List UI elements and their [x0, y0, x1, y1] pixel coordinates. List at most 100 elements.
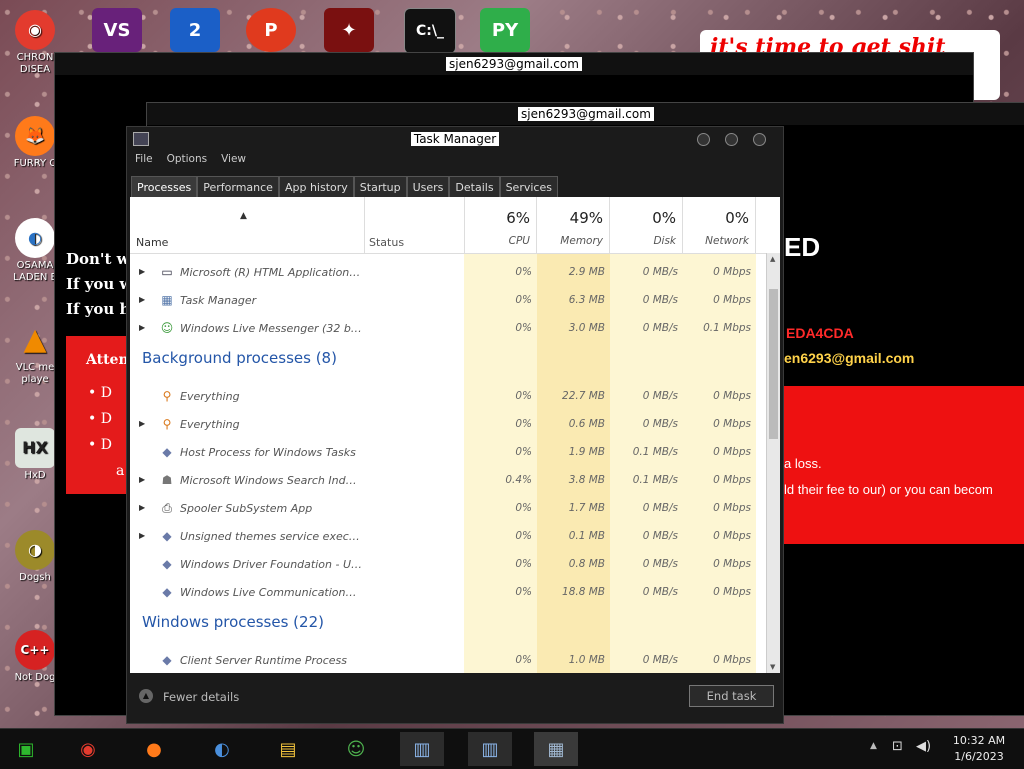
- background-processes-header[interactable]: Background processes (8): [142, 349, 337, 367]
- taskbar-file-explorer[interactable]: ▤: [266, 732, 310, 766]
- end-task-button[interactable]: End task: [689, 685, 774, 707]
- expand-arrow-icon[interactable]: ▶: [139, 295, 145, 304]
- attention-bullets: • D • D • D a: [88, 380, 124, 484]
- menu-view[interactable]: View: [221, 153, 246, 165]
- process-row[interactable]: ▶ ▭ Microsoft (R) HTML Application ho... 0%…: [130, 259, 766, 287]
- tab-processes[interactable]: Processes: [131, 176, 198, 198]
- process-row[interactable]: ▶ ☺ Windows Live Messenger (32 bit) 0% 3.0 M…: [130, 315, 766, 343]
- process-mem-value: 3.8 MB: [568, 474, 605, 486]
- network-total: 0%: [725, 209, 749, 227]
- taskbar-hta-window-1[interactable]: ▥: [400, 732, 444, 766]
- taskbar-firefox[interactable]: ●: [132, 732, 176, 766]
- taskbar-task-manager[interactable]: ▦: [534, 732, 578, 766]
- tab-services[interactable]: Services: [499, 176, 558, 198]
- process-row[interactable]: ▶ ⎙ Spooler SubSystem App 0% 1.7 MB 0 MB/s 0 M…: [130, 495, 766, 523]
- clock[interactable]: 10:32 AM 1/6/2023: [942, 733, 1016, 765]
- tab-users[interactable]: Users: [406, 176, 450, 198]
- process-row[interactable]: ⚲ Everything 0% 22.7 MB 0 MB/s 0 Mbps: [130, 383, 766, 411]
- fewer-details-link[interactable]: Fewer details: [163, 690, 239, 704]
- pycharm-icon[interactable]: PY: [480, 8, 530, 52]
- window-titlebar[interactable]: sjen6293@gmail.com: [55, 53, 973, 75]
- windows-processes-header[interactable]: Windows processes (22): [142, 613, 324, 631]
- process-row[interactable]: ▶ ◆ Unsigned themes service executa... 0% 0.…: [130, 523, 766, 551]
- close-button[interactable]: [753, 133, 766, 146]
- expand-arrow-icon[interactable]: ▶: [139, 531, 145, 540]
- process-cpu-value: 0%: [515, 586, 532, 598]
- window-titlebar[interactable]: sjen6293@gmail.com: [147, 103, 1024, 125]
- status-column-header[interactable]: Status: [364, 197, 465, 253]
- crow-icon[interactable]: ✦: [324, 8, 374, 52]
- visual-studio-icon[interactable]: VS: [92, 8, 142, 52]
- scrollbar[interactable]: ▲ ▼: [766, 253, 780, 673]
- process-disk-value: 0 MB/s: [642, 266, 678, 278]
- task-manager-titlebar[interactable]: Task Manager: [127, 127, 783, 151]
- network-icon[interactable]: ⊡: [892, 739, 903, 754]
- process-row[interactable]: ▶ ⚲ Everything 0% 0.6 MB 0 MB/s 0 Mbps: [130, 411, 766, 439]
- column-label: CPU: [508, 235, 530, 247]
- scrollbar-thumb[interactable]: [769, 289, 778, 439]
- diamond-icon: ◆: [162, 529, 172, 543]
- tab-performance[interactable]: Performance: [197, 176, 279, 198]
- chrome-icon: ◉: [80, 738, 96, 760]
- process-net-value: 0 Mbps: [713, 502, 751, 514]
- taskbar-photos[interactable]: ▣: [4, 732, 48, 766]
- menu-options[interactable]: Options: [167, 153, 208, 165]
- process-name: Host Process for Windows Tasks: [180, 446, 356, 459]
- memory-column-header[interactable]: 49% Memory: [537, 197, 610, 253]
- network-column-header[interactable]: 0% Network: [683, 197, 756, 253]
- process-row[interactable]: ◆ Windows Live Communications Pl... 0% 18.8…: [130, 579, 766, 607]
- show-hidden-icons-chevron-icon[interactable]: ▲: [870, 741, 877, 751]
- expand-arrow-icon[interactable]: ▶: [139, 475, 145, 484]
- process-cpu-value: 0%: [515, 502, 532, 514]
- attention-panel: Atten • D • D • D a: [66, 336, 129, 494]
- process-name: Windows Live Messenger (32 bit): [180, 322, 362, 335]
- disk-column-header[interactable]: 0% Disk: [610, 197, 683, 253]
- pizza-p-icon[interactable]: P: [246, 8, 296, 52]
- tab-app-history[interactable]: App history: [278, 176, 354, 198]
- process-net-value: 0 Mbps: [713, 530, 751, 542]
- scroll-up-icon[interactable]: ▲: [770, 255, 775, 263]
- maximize-button[interactable]: [725, 133, 738, 146]
- taskbar-chrome[interactable]: ◉: [66, 732, 110, 766]
- expand-arrow-icon[interactable]: ▶: [139, 267, 145, 276]
- tab-startup[interactable]: Startup: [353, 176, 407, 198]
- process-row[interactable]: ▶ ▦ Task Manager 0% 6.3 MB 0 MB/s 0 Mbps: [130, 287, 766, 315]
- task-manager-window[interactable]: Task Manager File Options View Processes…: [126, 126, 784, 724]
- process-net-value: 0 Mbps: [713, 474, 751, 486]
- attention-bullet: • D: [88, 411, 112, 427]
- menu-file[interactable]: File: [135, 153, 153, 165]
- magnifier-icon: ⚲: [162, 389, 172, 403]
- header-divider: [130, 253, 766, 254]
- process-row[interactable]: ◆ Client Server Runtime Process 0% 1.0 MB 0 …: [130, 647, 766, 673]
- sort-up-icon: ▲: [240, 211, 247, 221]
- chevron-up-icon[interactable]: ▲: [139, 689, 153, 703]
- process-mem-value: 2.9 MB: [568, 266, 605, 278]
- process-row[interactable]: ◆ Windows Driver Foundation - User... 0% 0.…: [130, 551, 766, 579]
- volume-icon[interactable]: ◀): [916, 739, 931, 754]
- process-row[interactable]: ◆ Host Process for Windows Tasks 0% 1.9 MB 0…: [130, 439, 766, 467]
- minimize-button[interactable]: [697, 133, 710, 146]
- tab-details[interactable]: Details: [449, 176, 500, 198]
- process-row[interactable]: ▶ ☗ Microsoft Windows Search Indexer 0.4% 3.…: [130, 467, 766, 495]
- cmd-icon[interactable]: C:\_: [404, 8, 456, 54]
- process-net-value: 0 Mbps: [713, 294, 751, 306]
- scroll-down-icon[interactable]: ▼: [770, 663, 775, 671]
- ransom-red-line: a loss.: [784, 456, 822, 471]
- taskbar-obama[interactable]: ◐: [200, 732, 244, 766]
- taskbar-messenger[interactable]: ☺: [334, 732, 378, 766]
- task-manager-footer: ▲ Fewer details End task: [127, 675, 783, 723]
- taskbar-hta-window-2[interactable]: ▥: [468, 732, 512, 766]
- process-cpu-value: 0%: [515, 294, 532, 306]
- ransom-code: EDA4CDA: [786, 325, 854, 341]
- expand-arrow-icon[interactable]: ▶: [139, 323, 145, 332]
- superhero-2-icon[interactable]: 2: [170, 8, 220, 52]
- expand-arrow-icon[interactable]: ▶: [139, 503, 145, 512]
- cpu-column-header[interactable]: 6% CPU: [464, 197, 537, 253]
- name-column-header[interactable]: ▲ Name: [130, 197, 365, 253]
- file-explorer-icon: ▤: [279, 738, 297, 760]
- obama-logo-icon: ◐: [15, 218, 55, 258]
- expand-arrow-icon[interactable]: ▶: [139, 419, 145, 428]
- memory-total: 49%: [569, 209, 603, 227]
- process-disk-value: 0.1 MB/s: [632, 474, 678, 486]
- process-name: Windows Driver Foundation - User...: [180, 558, 362, 571]
